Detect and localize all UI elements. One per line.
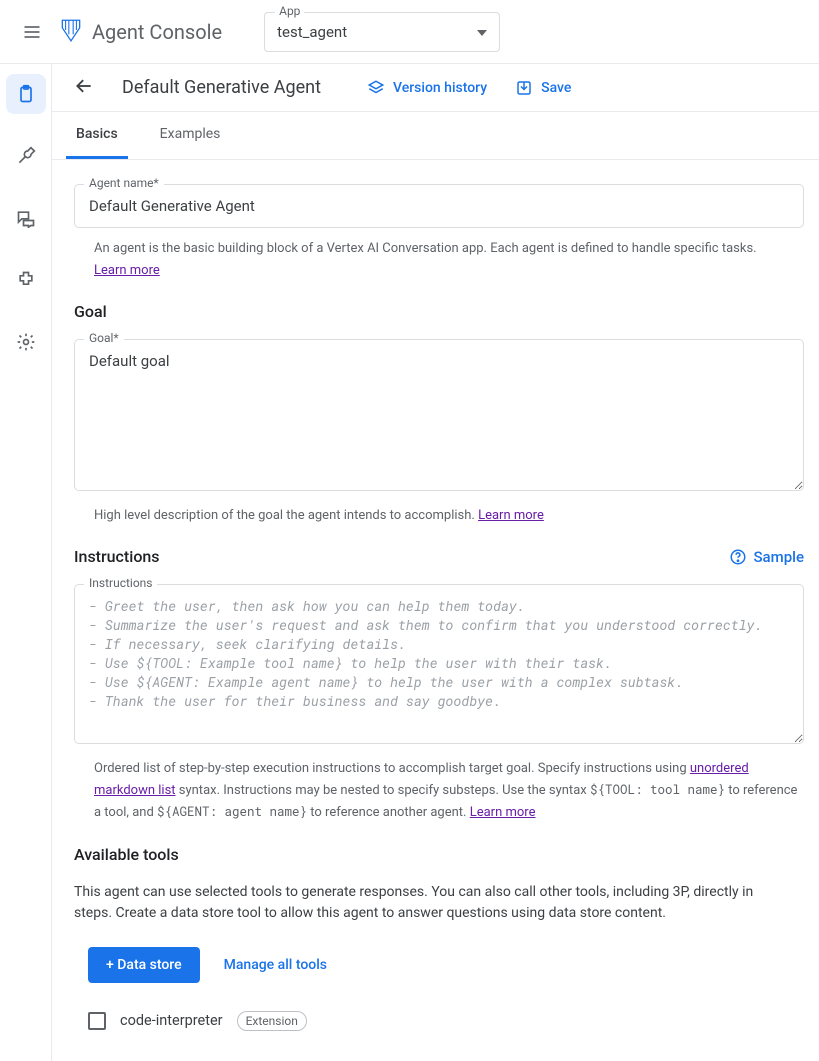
- save-label: Save: [541, 80, 571, 96]
- sidebar-item-agents[interactable]: [6, 74, 46, 114]
- product-name: Agent Console: [92, 20, 222, 44]
- instructions-textarea[interactable]: [74, 584, 804, 744]
- instructions-helper-1: Ordered list of step-by-step execution i…: [94, 761, 690, 776]
- manage-all-tools-link[interactable]: Manage all tools: [224, 957, 327, 973]
- instructions-section-title: Instructions: [74, 547, 160, 566]
- app-selector[interactable]: App test_agent: [264, 12, 500, 52]
- help-icon: [729, 548, 747, 566]
- version-history-button[interactable]: Version history: [367, 79, 487, 97]
- goal-textarea[interactable]: Default goal: [74, 339, 804, 491]
- layers-icon: [367, 79, 385, 97]
- tools-description: This agent can use selected tools to gen…: [74, 882, 794, 925]
- agent-name-input[interactable]: [74, 184, 804, 228]
- back-button[interactable]: [74, 76, 94, 100]
- page-title: Default Generative Agent: [122, 77, 321, 98]
- app-selector-label: App: [275, 4, 304, 18]
- clipboard-icon: [16, 84, 36, 104]
- save-button[interactable]: Save: [515, 79, 571, 97]
- hamburger-icon: [22, 22, 42, 42]
- add-data-store-button[interactable]: + Data store: [88, 947, 200, 983]
- version-history-label: Version history: [393, 80, 487, 96]
- agent-name-learn-more-link[interactable]: Learn more: [94, 263, 160, 278]
- extension-icon: [16, 270, 36, 290]
- instructions-label: Instructions: [84, 576, 157, 590]
- goal-learn-more-link[interactable]: Learn more: [478, 508, 544, 523]
- console-logo-icon: [58, 17, 84, 47]
- tab-basics[interactable]: Basics: [66, 112, 128, 159]
- sidebar-item-integrations[interactable]: [6, 260, 46, 300]
- sidebar: [0, 64, 52, 1061]
- sample-button[interactable]: Sample: [729, 548, 804, 566]
- wrench-icon: [16, 146, 36, 166]
- instructions-helper-mono1: ${TOOL: tool name}: [590, 782, 725, 798]
- instructions-learn-more-link[interactable]: Learn more: [470, 805, 536, 820]
- agent-name-helper: An agent is the basic building block of …: [94, 241, 757, 256]
- menu-button[interactable]: [12, 12, 52, 52]
- gear-icon: [16, 332, 36, 352]
- tools-section-title: Available tools: [74, 845, 805, 864]
- sample-label: Sample: [753, 548, 804, 566]
- tool-chip: Extension: [237, 1011, 307, 1031]
- product-logo: Agent Console: [58, 17, 222, 47]
- sidebar-item-tools[interactable]: [6, 136, 46, 176]
- goal-label: Goal*: [84, 331, 124, 345]
- instructions-helper-2: syntax. Instructions may be nested to sp…: [176, 783, 590, 798]
- instructions-helper-mono2: ${AGENT: agent name}: [157, 804, 307, 820]
- goal-section-title: Goal: [74, 302, 805, 321]
- app-selector-value: test_agent: [277, 23, 347, 41]
- arrow-left-icon: [74, 76, 94, 96]
- save-icon: [515, 79, 533, 97]
- chat-icon: [16, 208, 36, 228]
- tool-row: code-interpreter Extension: [88, 1011, 805, 1031]
- agent-name-label: Agent name*: [84, 176, 164, 190]
- goal-helper: High level description of the goal the a…: [94, 508, 475, 523]
- sidebar-item-conversations[interactable]: [6, 198, 46, 238]
- tab-examples[interactable]: Examples: [150, 112, 231, 159]
- chevron-down-icon: [477, 24, 487, 40]
- instructions-helper-4: to reference another agent.: [307, 805, 470, 820]
- sidebar-item-settings[interactable]: [6, 322, 46, 362]
